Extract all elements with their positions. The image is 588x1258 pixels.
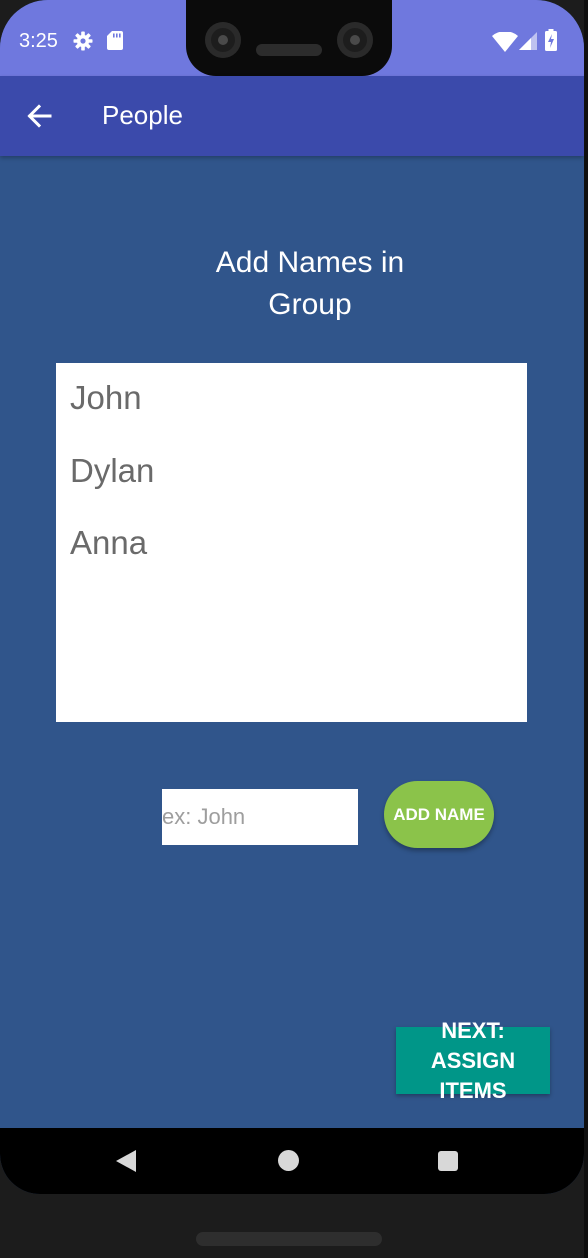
list-item[interactable]: Dylan	[70, 452, 154, 490]
recents-square-icon[interactable]	[438, 1151, 458, 1171]
phone-device: 3:25 People Add Names in Group John Dyla…	[0, 0, 588, 1258]
wifi-icon	[492, 32, 518, 52]
bottom-speaker-grille	[196, 1232, 382, 1246]
sd-card-icon	[107, 31, 123, 50]
add-name-button[interactable]: ADD NAME	[384, 781, 494, 848]
arrow-left-icon[interactable]	[26, 104, 52, 128]
list-item[interactable]: John	[70, 379, 142, 417]
status-time: 3:25	[19, 30, 58, 52]
system-nav-bar	[0, 1128, 584, 1194]
name-input[interactable]	[162, 789, 358, 845]
front-camera-right	[337, 22, 373, 58]
screen: 3:25 People Add Names in Group John Dyla…	[0, 0, 584, 1194]
gear-icon	[73, 31, 93, 51]
device-edge	[584, 0, 588, 1258]
list-item[interactable]: Anna	[70, 524, 147, 562]
battery-charging-icon	[545, 29, 557, 51]
app-bar-title: People	[102, 100, 183, 130]
earpiece-speaker	[256, 44, 322, 56]
front-camera-left	[205, 22, 241, 58]
page-heading: Add Names in Group	[215, 246, 405, 321]
next-assign-items-button[interactable]: NEXT: ASSIGN ITEMS	[396, 1018, 550, 1103]
app-bar: People	[0, 76, 584, 156]
back-triangle-icon[interactable]	[116, 1150, 136, 1172]
display-notch	[186, 0, 392, 76]
cellular-signal-icon	[519, 32, 537, 50]
names-list[interactable]: John Dylan Anna	[56, 363, 527, 722]
home-circle-icon[interactable]	[278, 1150, 299, 1171]
